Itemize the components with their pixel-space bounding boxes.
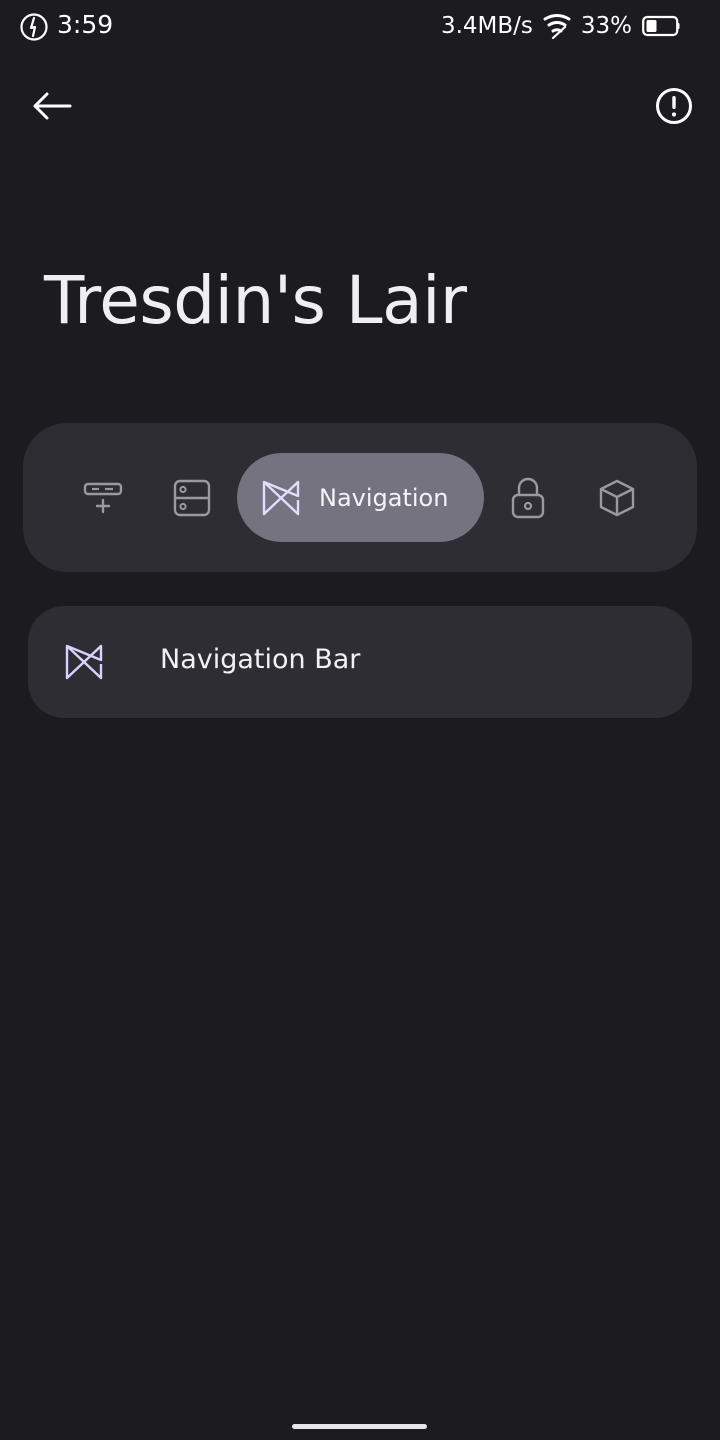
status-time: 3:59 [57,10,114,39]
wifi-icon [543,14,571,39]
lock-icon [511,477,545,519]
back-arrow-icon [33,92,72,120]
info-icon [656,88,692,124]
battery-icon [642,15,680,37]
network-speed: 3.4MB/s [440,13,533,39]
category-selector: Navigation [23,423,697,572]
gesture-handle[interactable] [292,1424,427,1429]
server-icon [173,479,211,517]
navigation-icon [62,640,106,684]
category-server[interactable] [163,469,221,527]
page-title: Tresdin's Lair [44,262,467,339]
back-button[interactable] [24,78,80,134]
info-button[interactable] [646,78,702,134]
status-right-group: 3.4MB/s 33% [441,10,680,42]
keyboard-add-icon [83,482,123,514]
category-keyboard-add[interactable] [74,469,132,527]
category-navigation-label: Navigation [319,483,449,512]
timer-icon [20,13,48,41]
battery-percent: 33% [580,13,632,39]
list-item-label: Navigation Bar [160,644,361,675]
navigation-icon [259,476,303,520]
list-item-navigation-bar[interactable]: Navigation Bar [28,606,692,718]
category-cube[interactable] [588,469,646,527]
category-lock[interactable] [499,469,557,527]
cube-icon [599,479,635,517]
screen: 3:59 3.4MB/s 33% Tresdin's Lair Navigati… [0,0,720,1440]
category-navigation[interactable]: Navigation [237,453,484,542]
status-bar: 3:59 3.4MB/s 33% [0,0,720,56]
